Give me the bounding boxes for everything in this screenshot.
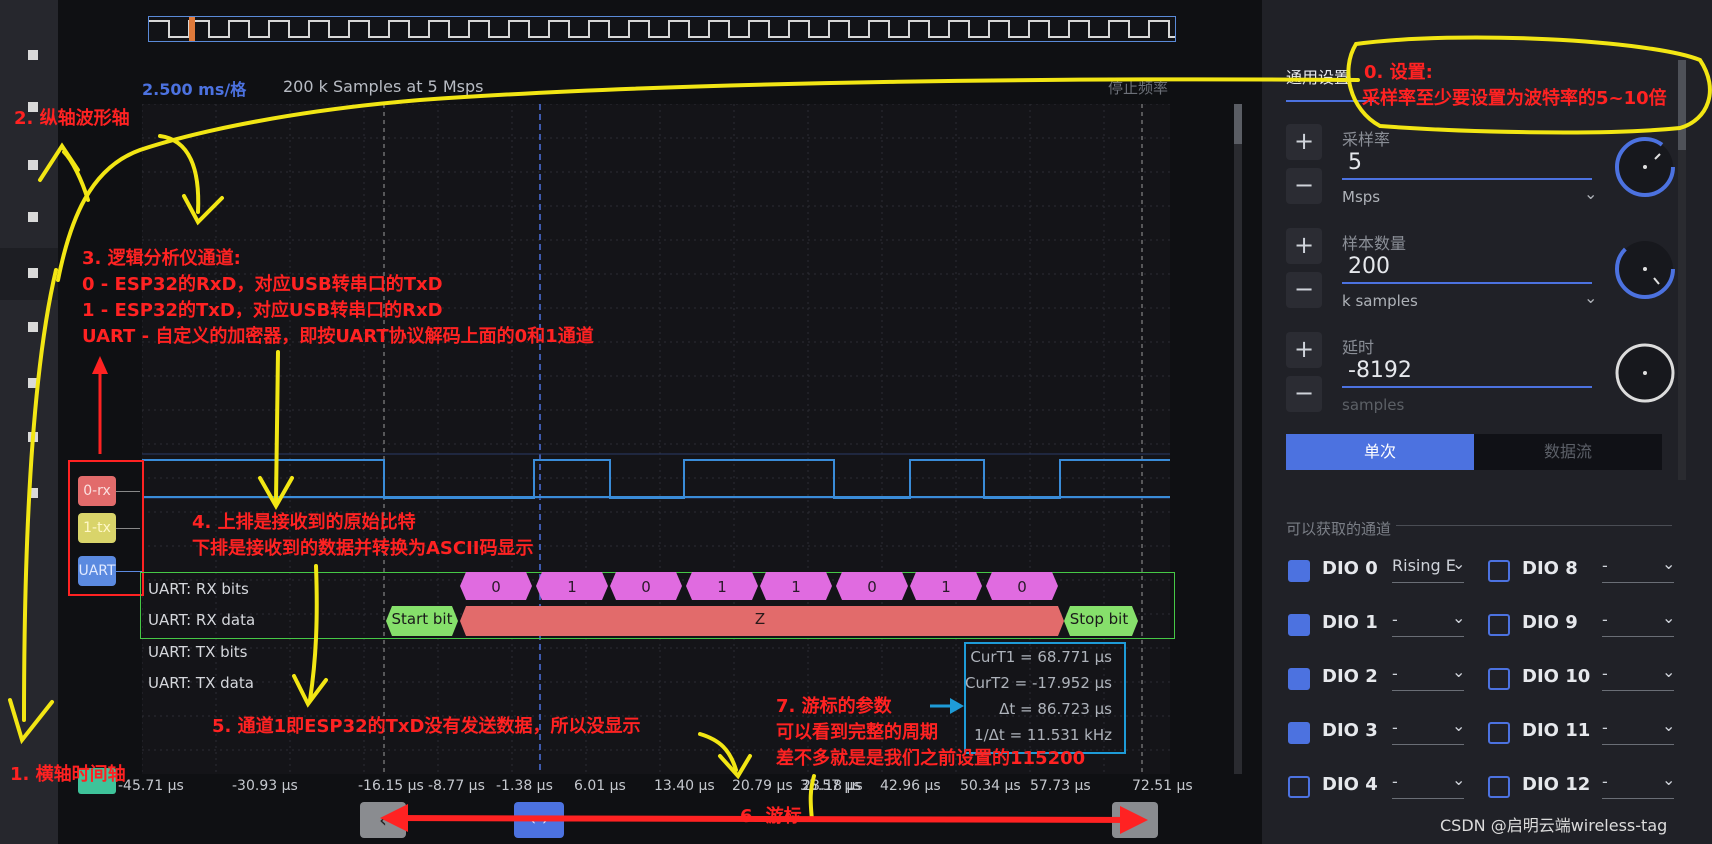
annotation-4-line2: 下排是接收到的数据并转换为ASCII码显示 <box>192 538 534 559</box>
annotation-4-line1: 4. 上排是接收到的原始比特 <box>192 512 416 533</box>
annotation-1: 1. 横轴时间轴 <box>10 764 126 785</box>
annotation-7-line3: 差不多就是是我们之前设置的115200 <box>776 748 1086 769</box>
annotation-5: 5. 通道1即ESP32的TxD没有发送数据，所以没显示 <box>212 716 641 737</box>
annotation-2: 2. 纵轴波形轴 <box>14 108 130 129</box>
annotation-7-line2: 可以看到完整的周期 <box>776 722 938 743</box>
watermark: CSDN @启明云端wireless-tag <box>1440 816 1668 835</box>
annotation-6: 6. 游标 <box>740 806 802 827</box>
annotation-3-line4: UART - 自定义的加密器，即按UART协议解码上面的0和1通道 <box>82 326 594 347</box>
annotation-0-body: 采样率至少要设置为波特率的5~10倍 <box>1362 88 1667 109</box>
annotation-0-title: 0. 设置: <box>1364 62 1433 83</box>
annotation-3-line1: 3. 逻辑分析仪通道: <box>82 248 241 269</box>
annotation-3-line2: 0 - ESP32的RxD，对应USB转串口的TxD <box>82 274 443 295</box>
annotation-7-line1: 7. 游标的参数 <box>776 696 892 717</box>
annotation-3-line3: 1 - ESP32的TxD，对应USB转串口的RxD <box>82 300 443 321</box>
